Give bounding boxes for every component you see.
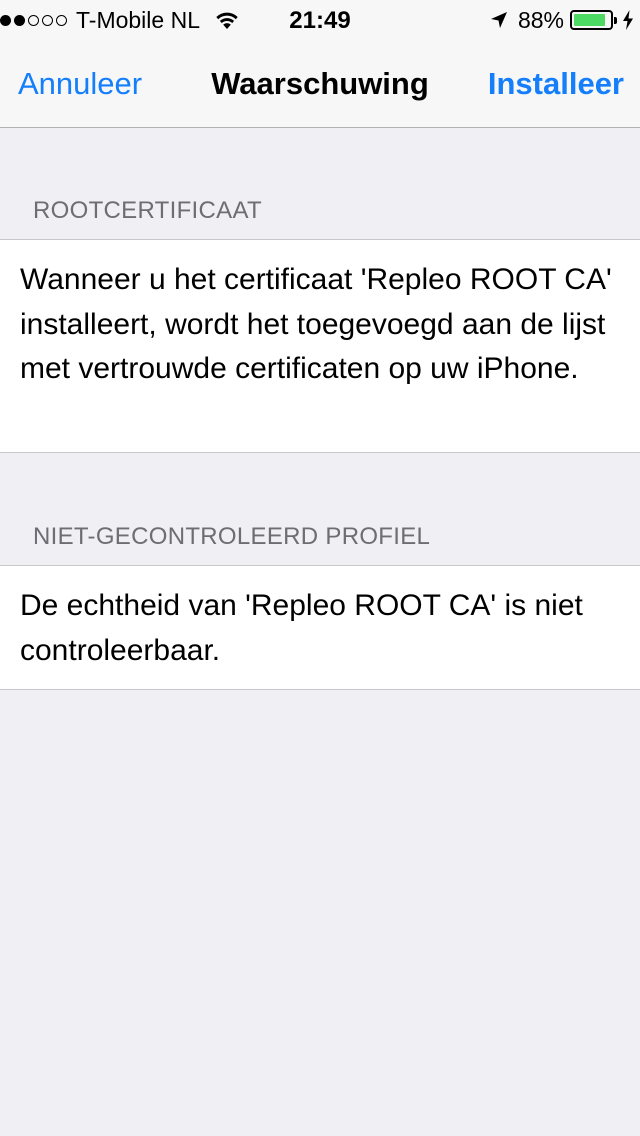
status-right: 88% [490, 7, 634, 33]
charging-bolt-icon [623, 10, 633, 30]
location-arrow-icon [490, 12, 507, 28]
root-certificate-cell: Wanneer u het certificaat 'Repleo ROOT C… [0, 239, 640, 453]
unverified-profile-text: De echtheid van 'Repleo ROOT CA' is niet… [20, 589, 583, 667]
battery-percent: 88% [517, 6, 564, 33]
battery-fill [574, 14, 605, 26]
navigation-bar: Annuleer Waarschuwing Installeer [0, 40, 640, 128]
battery-tip [614, 17, 617, 24]
battery-icon [570, 10, 617, 30]
unverified-profile-cell: De echtheid van 'Repleo ROOT CA' is niet… [0, 565, 640, 690]
root-certificate-text: Wanneer u het certificaat 'Repleo ROOT C… [20, 263, 612, 385]
cancel-button[interactable]: Annuleer [18, 66, 142, 102]
section-header-unverified-profile: NIET-GECONTROLEERD PROFIEL [33, 523, 431, 550]
section-header-root-certificate: ROOTCERTIFICAAT [33, 197, 262, 224]
status-bar: T-Mobile NL 21:49 88% [0, 0, 640, 40]
install-button[interactable]: Installeer [488, 66, 624, 102]
